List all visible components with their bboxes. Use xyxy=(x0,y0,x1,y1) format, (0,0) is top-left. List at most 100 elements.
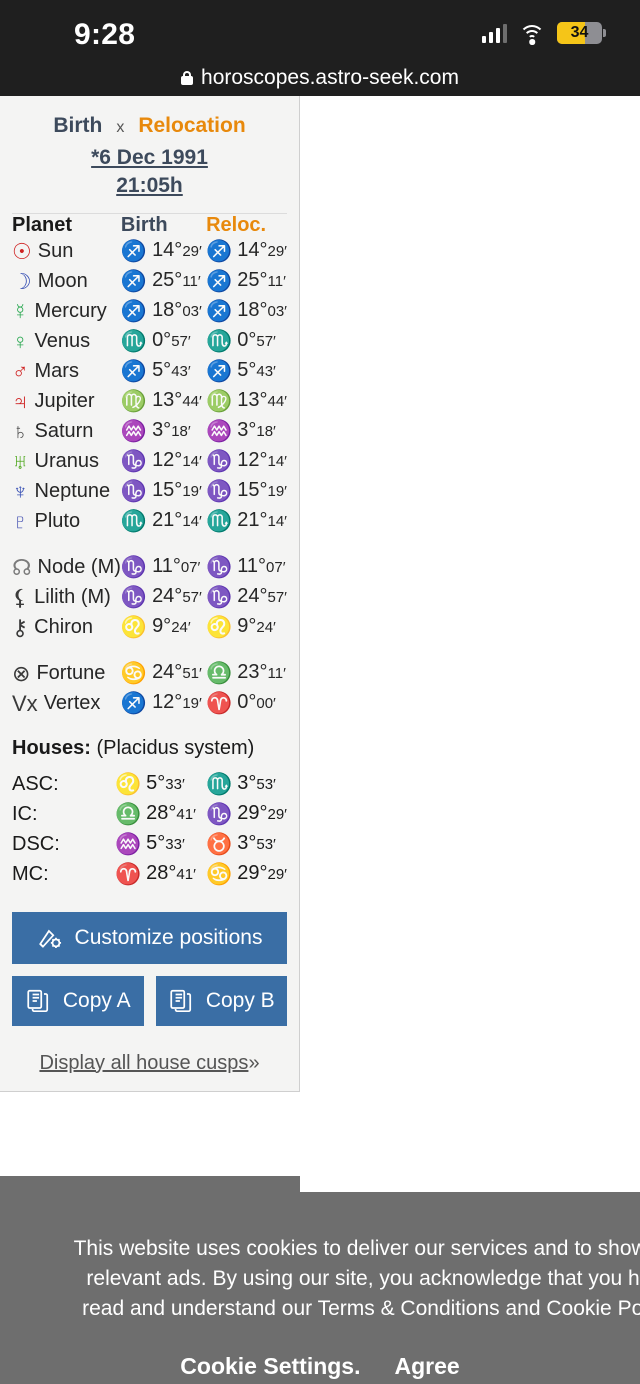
houses-system: (Placidus system) xyxy=(96,736,255,759)
reloc-position-cell: ♑ 24°57′ xyxy=(206,583,287,613)
birth-degrees: 25° xyxy=(152,269,183,292)
birth-degrees: 0° xyxy=(152,329,172,352)
column-header-reloc: Reloc. xyxy=(206,213,267,236)
zodiac-sign-icon: ♍ xyxy=(120,390,148,414)
planets-rows: ☉ Sun ♐ 14°29′ ♐ 14°29′ ☽ Moon ♐ 25°11′ ♐ 25°11′ ☿ Me… xyxy=(12,237,287,537)
table-row: ☊ Node (M) ♑ 11°07′ ♑ 11°07′ xyxy=(12,553,287,583)
reloc-degrees: 23° xyxy=(237,661,268,684)
birth-minutes: 29′ xyxy=(182,243,202,261)
birth-position-cell: ♏ 0°57′ xyxy=(121,327,206,357)
points-rows: ☊ Node (M) ♑ 11°07′ ♑ 11°07′ ⚸ Lilith (M) ♑ 24°57… xyxy=(12,553,287,643)
lock-icon xyxy=(181,71,194,85)
birth-datetime[interactable]: *6 Dec 1991 21:05h xyxy=(12,144,287,211)
birth-degrees: 12° xyxy=(152,691,183,714)
customize-positions-button[interactable]: Customize positions xyxy=(12,911,287,964)
birth-minutes: 43′ xyxy=(171,363,191,381)
table-row: ♃ Jupiter ♍ 13°44′ ♍ 13°44′ xyxy=(12,387,287,417)
birth-degrees: 9° xyxy=(152,615,172,638)
reloc-position-cell: ♐ 5°43′ xyxy=(206,357,287,387)
planet-label: Vertex xyxy=(43,692,101,715)
chevron-right-icon: » xyxy=(248,1051,260,1074)
address-bar[interactable]: horoscopes.astro-seek.com xyxy=(0,60,640,96)
venus-symbol-icon: ♀ xyxy=(12,329,29,355)
zodiac-sign-icon: ♌ xyxy=(115,773,142,797)
birth-position-cell: ♏ 21°14′ xyxy=(121,507,206,537)
house-birth-cell: ♎ 28°41′ xyxy=(115,800,206,830)
cookie-banner-actions: Cookie Settings. Agree xyxy=(0,1353,640,1380)
panel-title-birth: Birth xyxy=(53,114,103,137)
reloc-minutes: 24′ xyxy=(256,619,276,637)
mercury-symbol-icon: ☿ xyxy=(12,299,29,325)
cookie-consent-banner: This website uses cookies to deliver our… xyxy=(0,1192,640,1384)
uranus-symbol-icon: ♅ xyxy=(12,449,29,475)
reloc-degrees: 25° xyxy=(237,269,268,292)
reloc-minutes: 11′ xyxy=(267,273,286,291)
planet-name-cell: ☉ Sun xyxy=(12,237,121,267)
birth-degrees: 24° xyxy=(152,661,183,684)
zodiac-sign-icon: ♐ xyxy=(206,300,233,324)
birth-degrees: 24° xyxy=(152,585,183,608)
planet-name-cell: ♄ Saturn xyxy=(12,417,121,447)
cookie-text-line-3: read and understand our Terms & Conditio… xyxy=(82,1296,640,1320)
house-reloc-minutes: 29′ xyxy=(267,866,288,884)
column-header-planet: Planet xyxy=(12,213,73,236)
status-clock: 9:28 xyxy=(74,18,136,51)
reloc-degrees: 5° xyxy=(237,359,257,382)
reloc-degrees: 0° xyxy=(237,329,257,352)
birth-position-cell: ♐ 25°11′ xyxy=(121,267,206,297)
zodiac-sign-icon: ♏ xyxy=(120,510,148,534)
birth-position-cell: ♑ 15°19′ xyxy=(121,477,206,507)
house-birth-cell: ♌ 5°33′ xyxy=(115,770,206,800)
extras-rows: ⊗ Fortune ♋ 24°51′ ♎ 23°11′ Vx Vertex ♐ 12°19′ ♈ 0°… xyxy=(12,659,287,719)
birth-degrees: 12° xyxy=(152,449,183,472)
zodiac-sign-icon: ♏ xyxy=(206,510,233,534)
birth-minutes: 57′ xyxy=(182,589,202,607)
zodiac-sign-icon: ♑ xyxy=(206,803,233,827)
zodiac-sign-icon: ♐ xyxy=(120,360,148,384)
zodiac-sign-icon: ♌ xyxy=(120,616,148,640)
birth-time-value[interactable]: 21:05h xyxy=(116,174,183,197)
table-row: ASC: ♌ 5°33′ ♏ 3°53′ xyxy=(12,770,287,800)
cookie-settings-button[interactable]: Cookie Settings. xyxy=(180,1353,360,1380)
planet-name-cell: ♅ Uranus xyxy=(12,447,121,477)
reloc-minutes: 18′ xyxy=(256,423,276,441)
cookie-agree-button[interactable]: Agree xyxy=(395,1353,460,1380)
birth-degrees: 5° xyxy=(152,359,172,382)
planet-name-cell: ♀ Venus xyxy=(12,327,121,357)
panel-title: Birth x Relocation xyxy=(12,96,287,144)
copy-a-button[interactable]: Copy A xyxy=(12,975,144,1026)
panel-title-separator: x xyxy=(116,119,125,136)
chiron-symbol-icon: ⚷ xyxy=(12,615,29,641)
copy-b-button[interactable]: Copy B xyxy=(155,975,287,1026)
birth-minutes: 07′ xyxy=(180,559,201,577)
cellular-signal-icon xyxy=(481,23,507,43)
copy-document-icon xyxy=(25,988,51,1014)
planet-name-cell: ☊ Node (M) xyxy=(12,553,121,583)
zodiac-sign-icon: ♉ xyxy=(206,833,233,857)
display-house-cusps-label: Display all house cusps xyxy=(39,1051,249,1074)
zodiac-sign-icon: ♍ xyxy=(206,390,233,414)
reloc-position-cell: ♏ 0°57′ xyxy=(206,327,287,357)
mars-symbol-icon: ♂ xyxy=(12,359,29,385)
planet-name-cell: ⊗ Fortune xyxy=(12,659,121,689)
house-reloc-degrees: 3° xyxy=(237,772,257,795)
birth-minutes: 14′ xyxy=(182,513,202,531)
saturn-symbol-icon: ♄ xyxy=(12,419,29,445)
house-reloc-cell: ♑ 29°29′ xyxy=(206,800,287,830)
reloc-position-cell: ♑ 12°14′ xyxy=(206,447,287,477)
birth-minutes: 19′ xyxy=(182,483,202,501)
display-house-cusps-link[interactable]: Display all house cusps» xyxy=(12,1052,287,1075)
planet-label: Mars xyxy=(34,360,79,383)
zodiac-sign-icon: ♑ xyxy=(206,480,233,504)
vertex-symbol-icon: Vx xyxy=(12,691,38,717)
birth-position-cell: ♍ 13°44′ xyxy=(121,387,206,417)
birth-date-value[interactable]: *6 Dec 1991 xyxy=(91,146,208,169)
table-row: DSC: ♒ 5°33′ ♉ 3°53′ xyxy=(12,830,287,860)
row-spacer xyxy=(12,537,287,553)
zodiac-sign-icon: ♐ xyxy=(206,270,233,294)
zodiac-sign-icon: ♐ xyxy=(120,692,148,716)
zodiac-sign-icon: ♒ xyxy=(120,420,148,444)
house-birth-cell: ♈ 28°41′ xyxy=(115,860,206,890)
house-label: MC: xyxy=(12,863,49,886)
planet-name-cell: ♆ Neptune xyxy=(12,477,121,507)
